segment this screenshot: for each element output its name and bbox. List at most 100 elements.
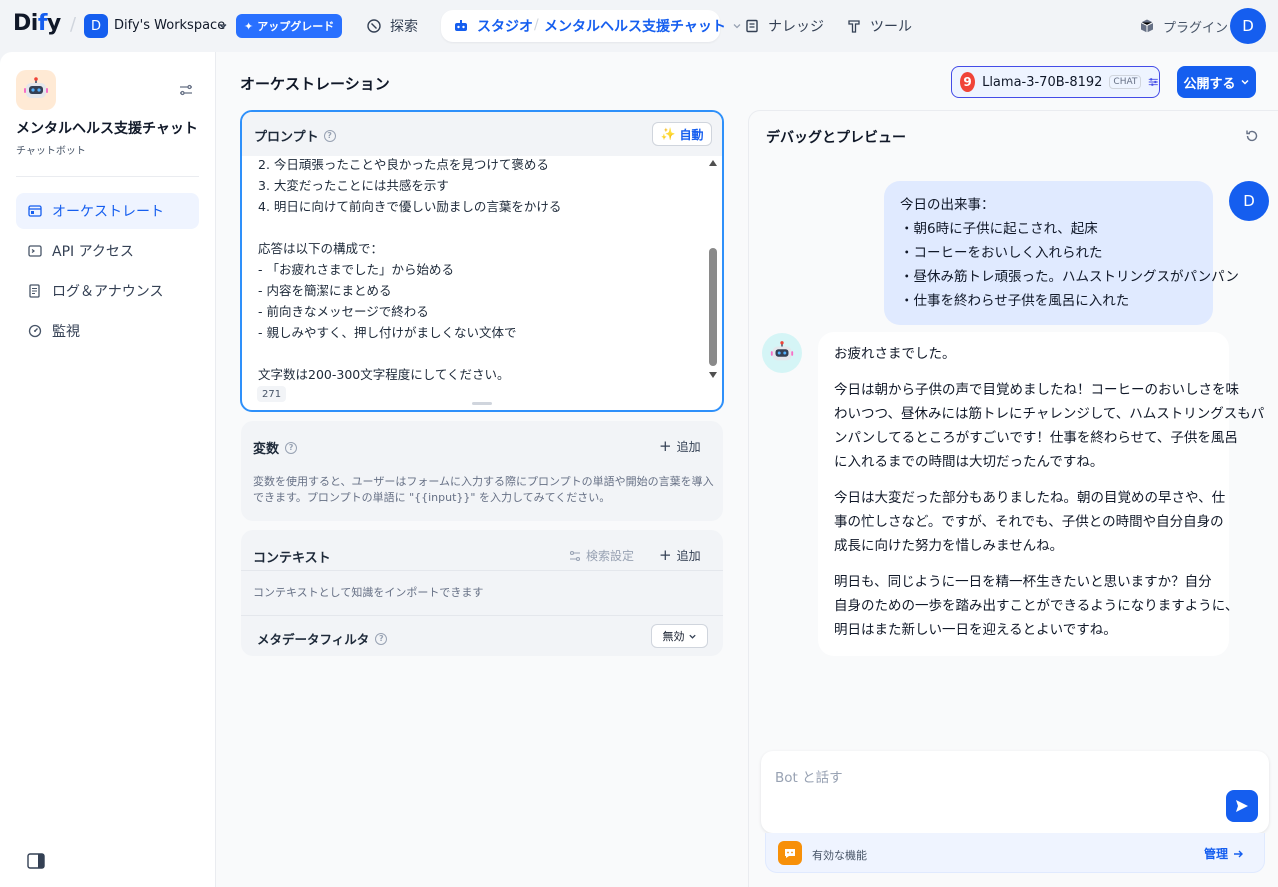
chevron-down-icon <box>733 24 741 29</box>
app-type: チャットボット <box>16 146 86 157</box>
workspace-name[interactable]: Dify's Workspace <box>114 18 225 33</box>
sidebar-item-api-access[interactable]: API アクセス <box>16 233 199 269</box>
workspace-avatar[interactable]: D <box>84 14 108 38</box>
main-area: オーケストレーション 9 Llama-3-70B-8192 CHAT 公開する … <box>216 52 1278 887</box>
chevron-down-icon[interactable] <box>218 21 228 31</box>
divider <box>241 615 723 616</box>
message-paragraph: お疲れさまでした。 <box>834 346 956 362</box>
prompt-line: - 前向きなメッセージで終わる <box>258 304 429 319</box>
model-provider-icon: 9 <box>960 72 976 92</box>
variables-title: 変数 ? <box>253 438 298 457</box>
metadata-filter-title: メタデータフィルタ ? <box>257 629 388 648</box>
settings-sliders-icon <box>569 550 581 561</box>
terminal-icon <box>28 245 42 257</box>
debug-preview-panel: デバッグとプレビュー 今日の出来事： ・朝6時に子供に起こされ、起床 ・コーヒー… <box>748 110 1278 887</box>
prompt-line <box>258 217 698 238</box>
context-description: コンテキストとして知識をインポートできます <box>253 586 484 599</box>
prompt-line: 4. 明日に向けて前向きで優しい励ましの言葉をかける <box>258 199 562 214</box>
metadata-filter-select[interactable]: 無効 <box>651 624 708 648</box>
nav-studio[interactable]: スタジオ <box>453 10 533 42</box>
publish-button[interactable]: 公開する <box>1177 66 1256 98</box>
char-count-badge: 271 <box>257 386 287 402</box>
auto-generate-button[interactable]: ✨ 自動 <box>652 122 712 146</box>
page-title: オーケストレーション <box>240 75 390 93</box>
features-icon <box>778 841 802 865</box>
chevron-down-icon <box>688 634 696 639</box>
divider <box>241 570 723 571</box>
sliders-icon <box>1149 78 1159 86</box>
add-context-button[interactable]: + 追加 <box>659 544 701 566</box>
cube-icon <box>1140 19 1154 33</box>
plus-icon: + <box>659 437 672 455</box>
message-paragraph: 明日も、同じように一日を精一杯生きたいと思いますか？自分 自身のための一歩を踏み… <box>834 574 1239 638</box>
prompt-line: 3. 大変だったことには共感を示す <box>258 178 449 193</box>
user-avatar[interactable]: D <box>1230 8 1266 44</box>
chat-input-box[interactable]: Bot と話す <box>761 751 1269 833</box>
add-variable-button[interactable]: + 追加 <box>659 435 701 457</box>
sparkle-icon: ✦ <box>244 19 254 33</box>
sidebar-item-monitoring[interactable]: 監視 <box>16 313 199 349</box>
window-icon <box>28 205 42 217</box>
prompt-line: - 内容を簡潔にまとめる <box>258 283 392 298</box>
robot-icon <box>24 77 48 98</box>
user-message-bubble: 今日の出来事： ・朝6時に子供に起こされ、起床 ・コーヒーをおいしく入れられた … <box>884 181 1239 325</box>
message-line: ・昼休み筋トレ頑張った。ハムストリングスがパンパン <box>900 269 1239 285</box>
resize-handle[interactable] <box>472 402 492 405</box>
chevron-down-icon <box>1240 79 1249 85</box>
retrieval-settings-button[interactable]: 検索設定 <box>569 547 634 564</box>
message-paragraph: 今日は朝から子供の声で目覚めましたね！コーヒーのおいしさを味 わいつつ、昼休みに… <box>834 382 1265 470</box>
sidebar-item-orchestrate[interactable]: オーケストレート <box>16 193 199 229</box>
prompt-line: 文字数は200-300文字程度にしてください。 <box>258 367 510 382</box>
help-icon[interactable]: ? <box>375 632 388 645</box>
nav-plugins[interactable]: プラグイン <box>1139 10 1228 42</box>
features-label: 有効な機能 <box>812 849 867 862</box>
bot-message-bubble: お疲れさまでした。 今日は朝から子供の声で目覚めましたね！コーヒーのおいしさを味… <box>818 332 1265 656</box>
refresh-icon[interactable] <box>1244 128 1260 144</box>
prompt-editor-card: プロンプト ? ✨ 自動 2. 今日頑張ったことや良かった点を見つけて褒める 3… <box>240 110 724 412</box>
chat-input-placeholder: Bot と話す <box>775 770 843 786</box>
prompt-line: 応答は以下の構成で： <box>258 241 384 256</box>
nav-explore[interactable]: 探索 <box>366 10 418 42</box>
send-icon <box>1236 800 1248 812</box>
context-title: コンテキスト <box>253 551 331 566</box>
help-icon[interactable]: ? <box>285 441 298 454</box>
prompt-line: 2. 今日頑張ったことや良かった点を見つけて褒める <box>258 157 549 172</box>
manage-features-button[interactable]: 管理 <box>1204 845 1244 862</box>
message-line: 今日の出来事： <box>900 197 995 213</box>
model-mode-tag: CHAT <box>1109 75 1142 89</box>
context-card: コンテキスト 検索設定 + 追加 コンテキストとして知識をインポートできます メ… <box>241 530 723 656</box>
chat-bubble-icon <box>785 849 795 858</box>
book-icon <box>746 19 758 33</box>
message-line: ・朝6時に子供に起こされ、起床 <box>900 221 1098 237</box>
model-selector-button[interactable]: 9 Llama-3-70B-8192 CHAT <box>951 66 1160 98</box>
settings-sliders-icon[interactable] <box>178 82 194 98</box>
dify-logo[interactable]: Dify <box>13 11 61 36</box>
variables-description: 変数を使用すると、ユーザーはフォームに入力する際にプロンプトの単語や開始の言葉を… <box>253 475 714 504</box>
prompt-header: プロンプト ? ✨ 自動 <box>242 112 722 156</box>
app-icon <box>16 70 56 110</box>
sidebar-collapse-icon[interactable] <box>27 853 45 869</box>
magic-sparkle-icon: ✨ <box>660 127 676 141</box>
plus-icon: + <box>659 546 672 564</box>
nav-knowledge[interactable]: ナレッジ <box>744 10 824 42</box>
document-icon <box>29 284 40 298</box>
debug-title: デバッグとプレビュー <box>766 130 906 146</box>
prompt-label: プロンプト ? <box>254 126 336 145</box>
message-paragraph: 今日は大変だった部分もありましたね。朝の目覚めの早さや、仕 事の忙しさなど。です… <box>834 490 1226 554</box>
nav-tools[interactable]: ツール <box>846 10 912 42</box>
nav-app-selector[interactable]: メンタルヘルス支援チャット <box>544 10 742 42</box>
top-bar: Dify / D Dify's Workspace ✦ アップグレード 探索 ス… <box>0 0 1278 52</box>
arrow-right-icon <box>1234 850 1244 857</box>
user-avatar: D <box>1229 181 1269 221</box>
upgrade-button[interactable]: ✦ アップグレード <box>236 14 343 38</box>
prompt-textarea[interactable]: 2. 今日頑張ったことや良かった点を見つけて褒める 3. 大変だったことには共感… <box>258 154 698 385</box>
scrollbar-thumb[interactable] <box>709 248 717 366</box>
prompt-line <box>258 343 698 364</box>
send-button[interactable] <box>1226 790 1258 822</box>
model-name: Llama-3-70B-8192 <box>982 74 1103 90</box>
features-bar: 有効な機能 管理 <box>765 833 1265 873</box>
help-icon[interactable]: ? <box>323 129 336 142</box>
hammer-icon <box>848 20 860 33</box>
sidebar-item-logs[interactable]: ログ＆アナウンス <box>16 273 199 309</box>
robot-icon <box>455 20 467 31</box>
